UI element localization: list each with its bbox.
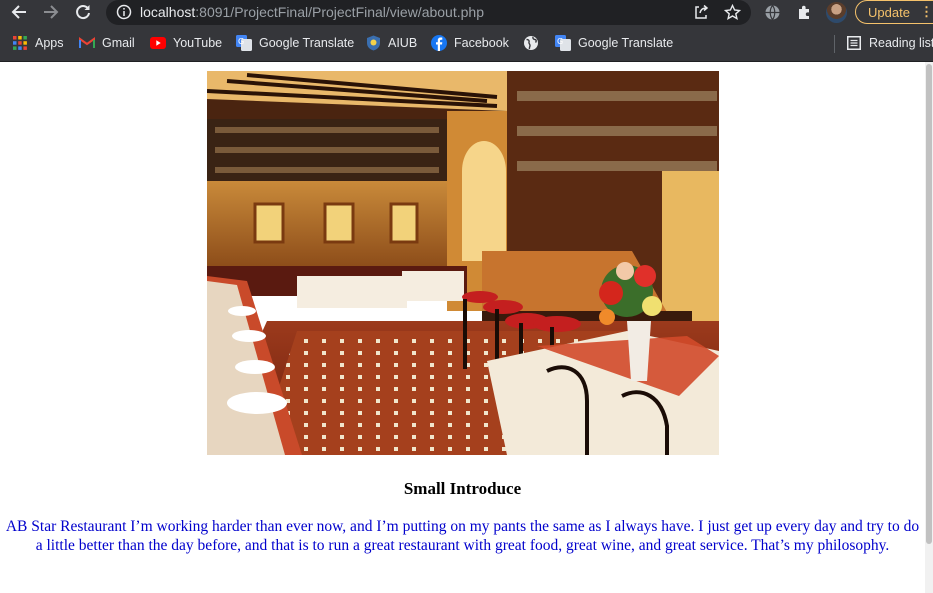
google-translate-icon: G	[555, 35, 571, 51]
extensions-puzzle-icon[interactable]	[794, 2, 814, 22]
bookmark-label: Gmail	[102, 36, 135, 50]
restaurant-interior-image	[207, 71, 719, 455]
facebook-icon	[431, 35, 447, 51]
aiub-shield-icon	[365, 35, 381, 51]
back-button[interactable]	[7, 1, 31, 23]
reading-list-icon	[846, 35, 862, 51]
more-menu-icon[interactable]: ⋮	[920, 4, 933, 19]
gmail-icon	[79, 35, 95, 51]
bookmark-apps[interactable]: Apps	[12, 34, 64, 52]
bookmark-youtube[interactable]: YouTube	[150, 34, 222, 52]
bookmark-globe[interactable]	[523, 34, 546, 52]
reload-button[interactable]	[71, 1, 95, 23]
bookmark-label: Google Translate	[259, 36, 355, 50]
share-icon[interactable]	[692, 3, 710, 21]
forward-arrow-icon	[44, 5, 59, 19]
update-label: Update	[868, 5, 910, 20]
page-title: Small Introduce	[403, 479, 522, 498]
svg-text:G: G	[238, 37, 244, 46]
globe-icon	[523, 35, 539, 51]
bookmark-label: Facebook	[454, 36, 509, 50]
bookmark-label: YouTube	[173, 36, 223, 50]
bookmark-label: AIUB	[388, 36, 418, 50]
bookmark-facebook[interactable]: Facebook	[431, 34, 509, 52]
intro-paragraph: AB Star Restaurant I’m working harder th…	[5, 518, 920, 554]
bookmarks-divider	[834, 35, 835, 53]
profile-avatar[interactable]	[826, 2, 847, 23]
bookmarks-bar: Apps Gmail YouTube G Google Translate AI…	[0, 25, 933, 62]
bookmark-aiub[interactable]: AIUB	[365, 34, 417, 52]
url-host: localhost	[140, 4, 196, 20]
browser-toolbar: localhost:8091/ProjectFinal/ProjectFinal…	[0, 0, 933, 25]
update-button[interactable]: Update ⋮	[855, 0, 933, 24]
url-text[interactable]: localhost:8091/ProjectFinal/ProjectFinal…	[140, 4, 484, 21]
bookmark-google-translate-2[interactable]: G Google Translate	[555, 34, 673, 52]
reading-list-button[interactable]: Reading list	[846, 34, 933, 52]
svg-text:G: G	[557, 37, 563, 46]
bookmark-label: Apps	[35, 36, 64, 50]
bookmark-star-icon[interactable]	[723, 3, 741, 21]
youtube-icon	[150, 35, 166, 51]
translate-extension-icon[interactable]	[762, 2, 782, 22]
url-path: :8091/ProjectFinal/ProjectFinal/view/abo…	[195, 4, 484, 20]
apps-grid-icon	[12, 35, 28, 51]
page-scrollbar[interactable]	[925, 62, 933, 593]
scrollbar-thumb[interactable]	[926, 64, 932, 544]
google-translate-icon: G	[236, 35, 252, 51]
bookmark-google-translate[interactable]: G Google Translate	[236, 34, 354, 52]
forward-button[interactable]	[39, 1, 63, 23]
site-info-icon[interactable]	[115, 3, 133, 21]
reading-list-label: Reading list	[869, 36, 933, 50]
reload-icon	[76, 5, 90, 20]
bookmark-label: Google Translate	[578, 36, 674, 50]
back-arrow-icon	[11, 5, 26, 19]
bookmark-gmail[interactable]: Gmail	[79, 34, 135, 52]
address-bar[interactable]: localhost:8091/ProjectFinal/ProjectFinal…	[106, 0, 751, 25]
